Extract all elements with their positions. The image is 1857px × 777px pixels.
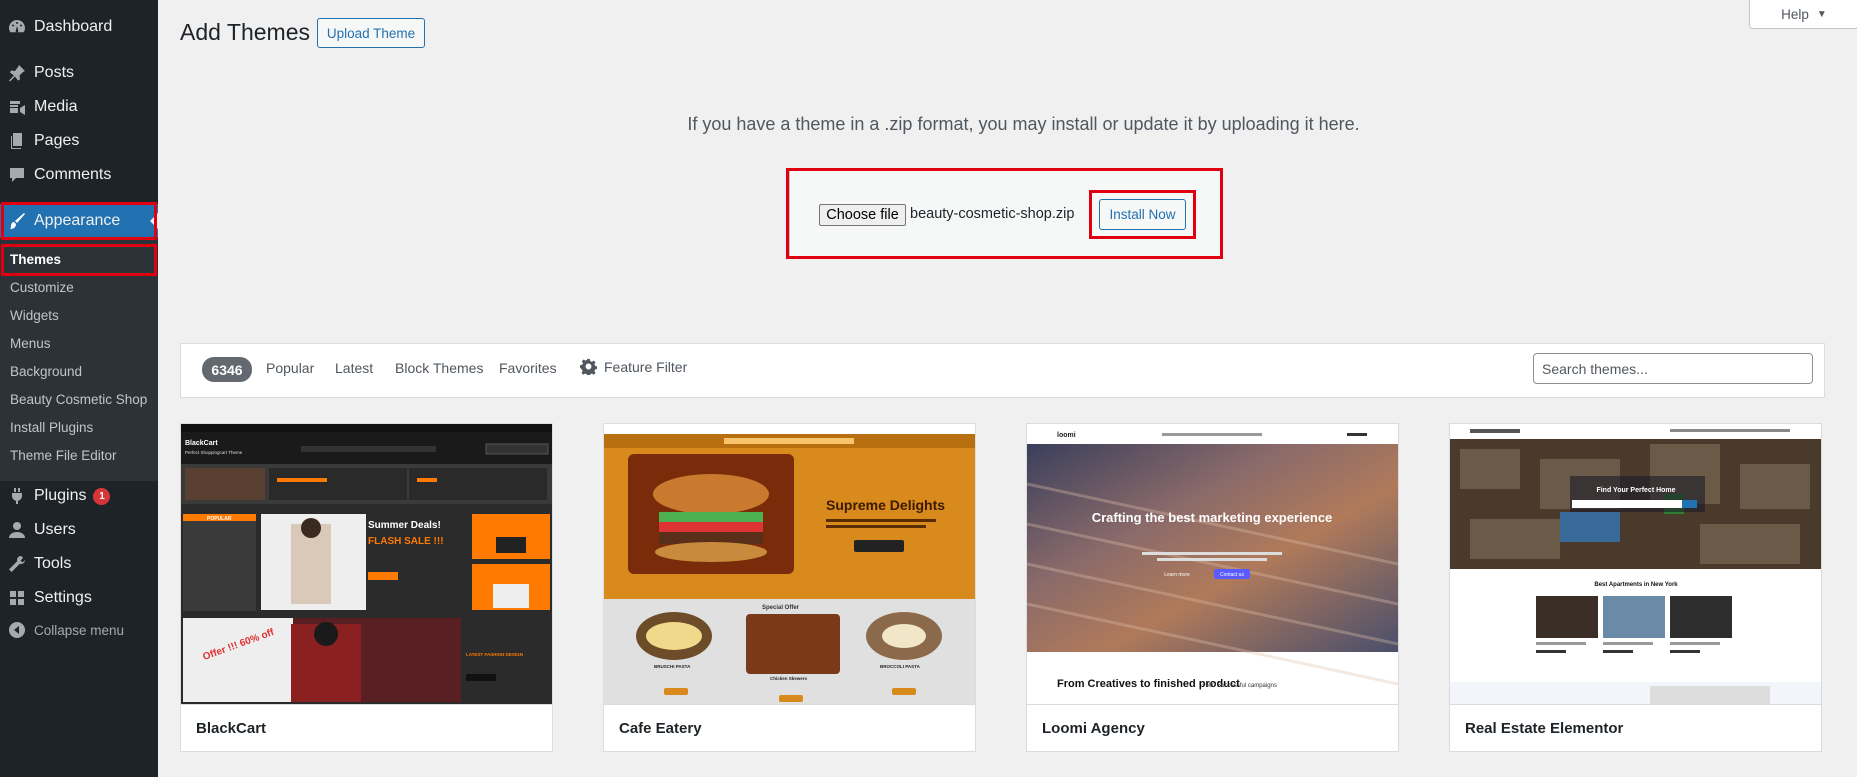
submenu-themes[interactable]: Themes [0,245,158,273]
menu-dashboard-label: Dashboard [34,18,113,35]
theme-name-real-estate-elementor: Real Estate Elementor [1450,704,1821,751]
realestate-section: Best Apartments in New York [1594,582,1678,588]
theme-card-loomi-agency[interactable]: loomi Crafting the best marketing experi… [1026,423,1399,752]
filter-popular[interactable]: Popular [266,360,314,376]
menu-tools[interactable]: Tools [0,547,158,581]
menu-users[interactable]: Users [0,513,158,547]
theme-name-cafe-eatery: Cafe Eatery [604,704,975,751]
plugins-update-badge: 1 [93,487,111,505]
menu-plugins[interactable]: Plugins 1 [0,479,158,513]
gear-icon [580,358,597,375]
blackcart-summer: Summer Deals! [368,520,441,531]
help-tab[interactable]: Help ▼ [1749,0,1857,29]
submenu-widgets[interactable]: Widgets [0,301,158,329]
menu-posts[interactable]: Posts [0,56,158,90]
menu-users-label: Users [34,521,76,538]
submenu-theme-file-editor[interactable]: Theme File Editor [0,441,158,469]
comment-icon [0,165,34,185]
theme-card-real-estate-elementor[interactable]: Find Your Perfect Home Best Apartments i… [1449,423,1822,752]
menu-comments[interactable]: Comments [0,158,158,192]
theme-screenshot-blackcart: BlackCart Perfect Shoppingcart Theme POP… [181,424,552,704]
submenu-beauty-cosmetic-shop[interactable]: Beauty Cosmetic Shop [0,385,158,413]
wrench-icon [0,554,34,574]
theme-name-loomi-agency: Loomi Agency [1027,704,1398,751]
theme-screenshot-real-estate-elementor: Find Your Perfect Home Best Apartments i… [1450,424,1821,704]
upload-description: If you have a theme in a .zip format, yo… [687,114,1360,134]
help-label: Help [1781,6,1809,22]
loomi-stat: +500 Successful campaigns [1202,683,1277,689]
menu-posts-label: Posts [34,64,75,81]
settings-icon [0,588,34,608]
feature-filter-button[interactable]: Feature Filter [580,358,687,375]
blackcart-tagline: Perfect Shoppingcart Theme [185,450,243,455]
filter-favorites[interactable]: Favorites [499,360,557,376]
loomi-headline: Crafting the best marketing experience [1092,510,1333,525]
cafe-item2: Chicken Skewers [770,676,808,681]
filter-latest[interactable]: Latest [335,360,373,376]
blackcart-latest: LATEST FASHION DESIGN [466,652,523,657]
submenu-install-plugins[interactable]: Install Plugins [0,413,158,441]
theme-screenshot-loomi-agency: loomi Crafting the best marketing experi… [1027,424,1398,704]
submenu-customize[interactable]: Customize [0,273,158,301]
menu-comments-label: Comments [34,166,112,183]
feature-filter-label: Feature Filter [604,358,688,375]
submenu-background[interactable]: Background [0,357,158,385]
realestate-hero: Find Your Perfect Home [1596,487,1675,494]
loomi-brand: loomi [1057,432,1076,439]
caret-down-icon: ▼ [1816,8,1827,20]
blackcart-brand: BlackCart [185,440,218,447]
menu-dashboard[interactable]: Dashboard [0,10,158,44]
collapse-menu-button[interactable]: Collapse menu [0,613,158,647]
loomi-cta1: Learn more [1164,572,1190,578]
theme-count: 6346 [202,357,252,382]
pin-icon [0,63,34,83]
cafe-headline: Supreme Delights [826,497,945,513]
collapse-menu-label: Collapse menu [34,622,125,638]
blackcart-flash: FLASH SALE !!! [368,536,444,547]
user-icon [0,520,34,540]
menu-appearance[interactable]: Appearance [0,204,158,238]
search-themes-input[interactable] [1533,353,1813,384]
install-now-button[interactable]: Install Now [1099,199,1186,230]
plug-icon [0,486,34,506]
page-title: Add Themes [180,19,310,45]
loomi-cta2: Contact us [1220,572,1244,578]
upload-theme-button[interactable]: Upload Theme [317,18,425,48]
selected-file-name: beauty-cosmetic-shop.zip [910,206,1075,222]
theme-card-cafe-eatery[interactable]: Supreme Delights Special Offer BRUSCHI P… [603,423,976,752]
theme-card-blackcart[interactable]: BlackCart Perfect Shoppingcart Theme POP… [180,423,553,752]
cafe-special: Special Offer [762,605,800,611]
choose-file-button[interactable]: Choose file [819,204,906,226]
menu-settings[interactable]: Settings [0,581,158,615]
cafe-item1: BRUSCHI PASTA [654,664,691,669]
theme-name-blackcart: BlackCart [181,704,552,751]
menu-tools-label: Tools [34,555,72,572]
submenu-menus[interactable]: Menus [0,329,158,357]
cafe-item3: BROCCOLI PASTA [880,664,921,669]
dashboard-icon [0,17,34,37]
collapse-icon [0,620,34,640]
appearance-submenu: Themes Customize Widgets Menus Backgroun… [0,239,158,481]
paintbrush-icon [0,211,34,231]
menu-settings-label: Settings [34,589,92,606]
menu-appearance-label: Appearance [34,212,121,229]
menu-plugins-label: Plugins [34,487,87,504]
theme-screenshot-cafe-eatery: Supreme Delights Special Offer BRUSCHI P… [604,424,975,704]
filter-block-themes[interactable]: Block Themes [395,360,483,376]
